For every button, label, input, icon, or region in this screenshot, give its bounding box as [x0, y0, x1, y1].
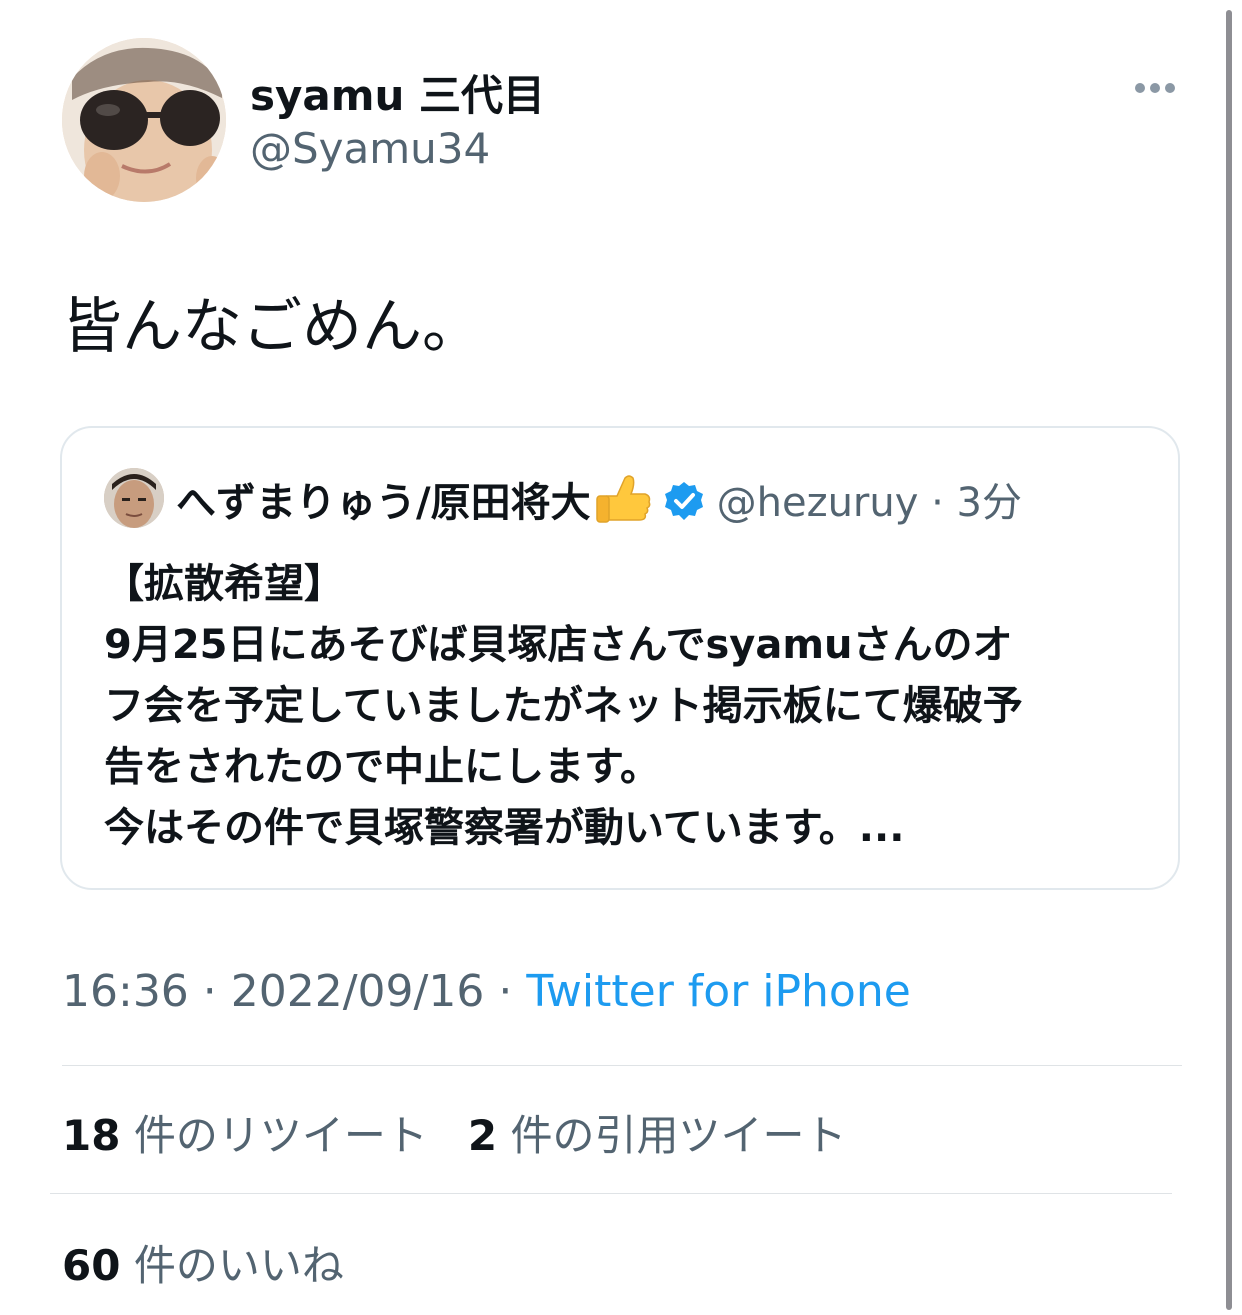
author-handle[interactable]: @Syamu34 — [250, 124, 490, 173]
author-avatar[interactable] — [62, 38, 226, 202]
quoted-author-handle[interactable]: @hezuruy — [717, 480, 919, 526]
retweets-label: 件のリツイート — [133, 1111, 428, 1160]
quoted-tweet-header: へずまりゅう/原田将大 @hezuruy · 3分 — [176, 472, 1022, 530]
quoted-line: フ会を予定していましたがネット掲示板にて爆破予 — [104, 683, 1023, 729]
divider — [50, 1193, 1172, 1194]
tweet-source-link[interactable]: Twitter for iPhone — [526, 966, 910, 1017]
likes-count: 60 — [62, 1241, 121, 1290]
more-icon[interactable] — [1132, 80, 1178, 96]
verified-badge-icon — [663, 480, 705, 522]
divider — [62, 1065, 1182, 1066]
engagement-stats: 18 件のリツイート 2 件の引用ツイート — [62, 1102, 847, 1163]
quoted-line: 【拡散希望】 — [104, 561, 344, 607]
retweets-count: 18 — [62, 1111, 121, 1160]
tweet-meta: 16:36 · 2022/09/16 · Twitter for iPhone — [62, 966, 911, 1017]
author-avatar-image — [62, 38, 226, 202]
quoted-line: 告をされたので中止にします。 — [104, 744, 660, 790]
likes-stat[interactable]: 60 件のいいね — [62, 1232, 344, 1293]
quoted-separator: · — [931, 480, 944, 526]
likes-label: 件のいいね — [133, 1241, 344, 1290]
quoted-author-name[interactable]: へずまりゅう/原田将大 — [176, 480, 591, 526]
tweet-detail-page: syamu 三代目 @Syamu34 皆んなごめん。 へずまりゅう/原田将大 @… — [0, 0, 1242, 1315]
quotes-label: 件の引用ツイート — [510, 1111, 847, 1160]
quoted-author-avatar[interactable] — [104, 468, 164, 528]
quoted-line: 9月25日にあそびば貝塚店さんでsyamuさんのオ — [104, 622, 1013, 668]
quotes-stat[interactable]: 2 件の引用ツイート — [468, 1111, 847, 1160]
tweet-text: 皆んなごめん。 — [62, 292, 482, 362]
thumbs-up-emoji-icon — [593, 472, 653, 524]
author-display-name[interactable]: syamu 三代目 — [250, 62, 545, 123]
quotes-count: 2 — [467, 1111, 498, 1160]
scrollbar[interactable] — [1226, 10, 1232, 1310]
quoted-line: 今はその件で貝塚警察署が動いています。... — [104, 805, 905, 851]
retweets-stat[interactable]: 18 件のリツイート — [62, 1111, 428, 1160]
quoted-time[interactable]: 3分 — [957, 480, 1022, 526]
tweet-timestamp[interactable]: 16:36 · 2022/09/16 · — [62, 966, 526, 1017]
quoted-tweet-body: 【拡散希望】 9月25日にあそびば貝塚店さんでsyamuさんのオ フ会を予定して… — [104, 554, 1164, 859]
quoted-tweet-card[interactable]: へずまりゅう/原田将大 @hezuruy · 3分 【拡散希望】 9月25日にあ… — [60, 426, 1180, 890]
